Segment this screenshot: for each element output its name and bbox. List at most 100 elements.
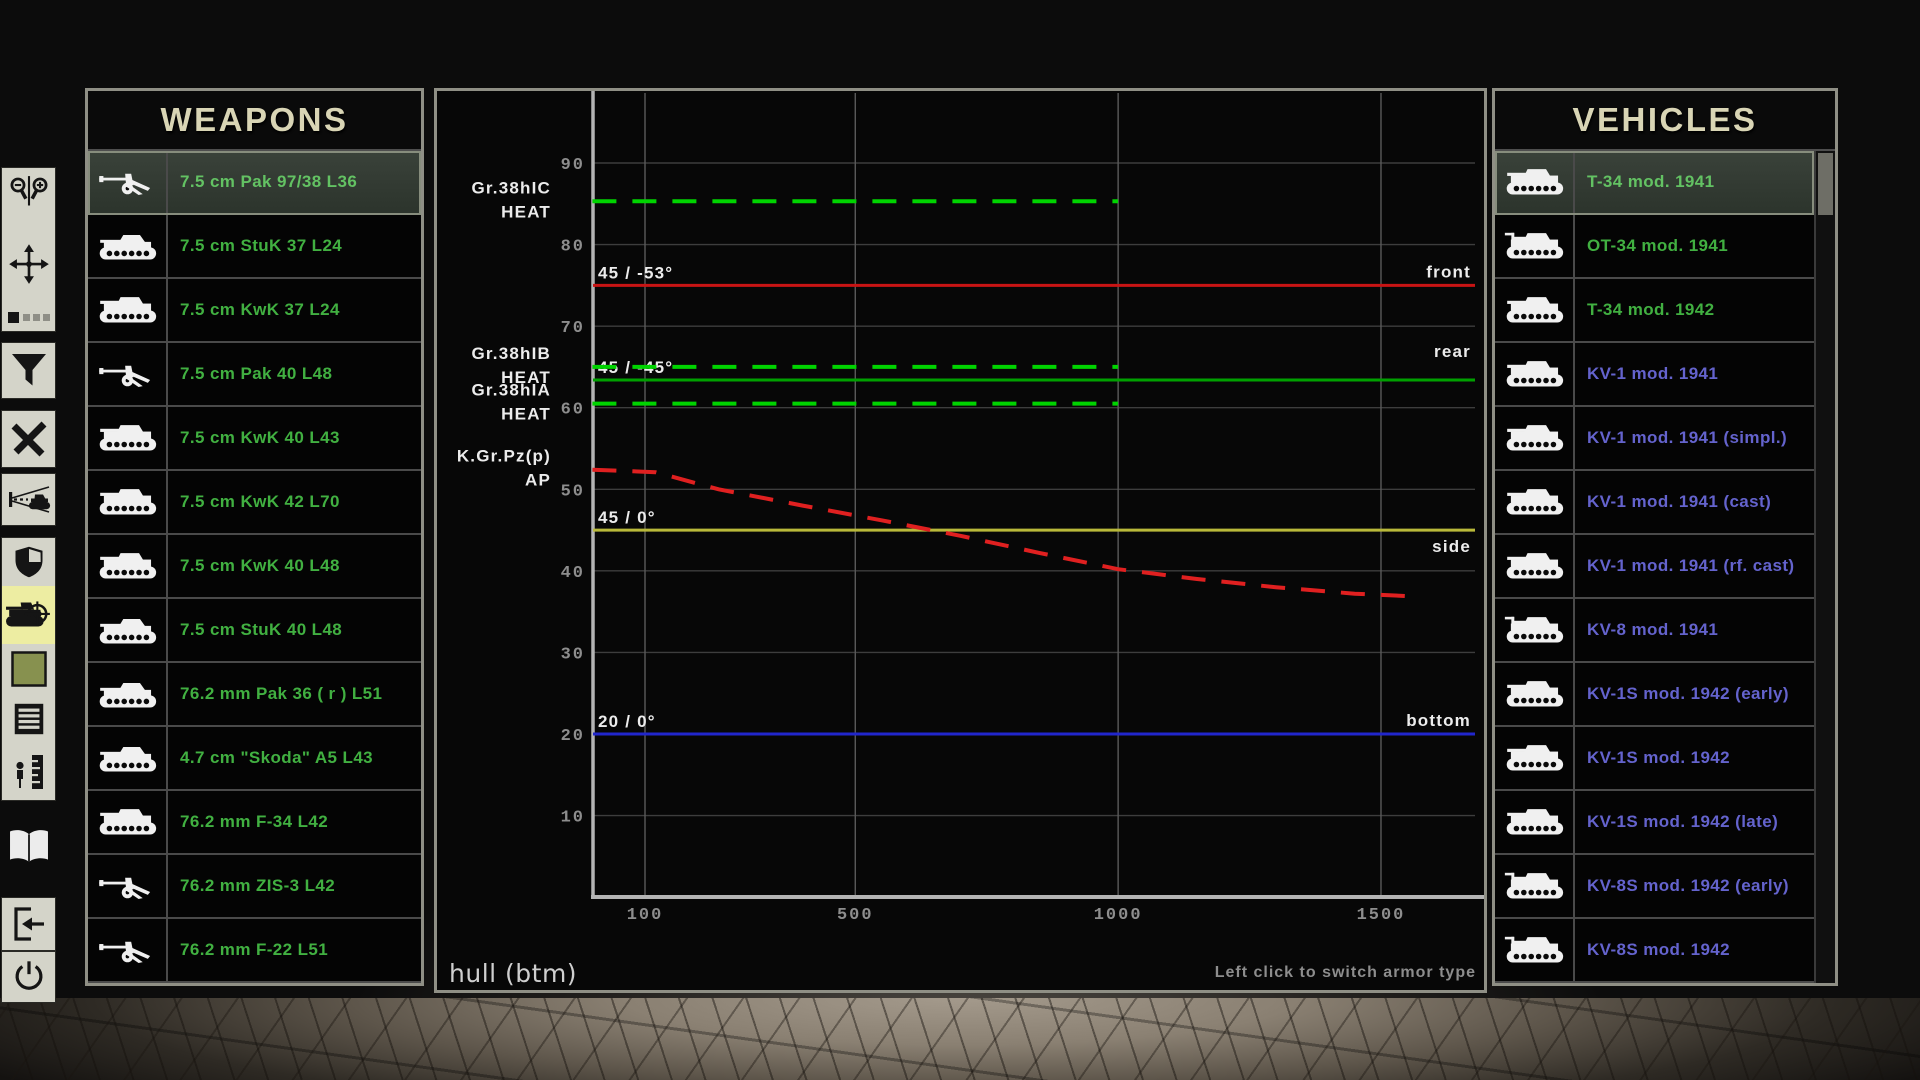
- toolbar-group-view: [2, 168, 55, 331]
- armor-penetration-button[interactable]: [2, 586, 55, 644]
- vehicle-row[interactable]: KV-1 mod. 1941 (simpl.): [1495, 407, 1814, 471]
- vehicle-row[interactable]: KV-1S mod. 1942: [1495, 727, 1814, 791]
- filter-button[interactable]: [2, 343, 55, 398]
- ammo-name-label: Gr.38hIA: [471, 381, 551, 400]
- vehicles-scrollbar-thumb[interactable]: [1818, 153, 1833, 215]
- item-label: OT-34 mod. 1941: [1575, 215, 1814, 277]
- encyclopedia-button[interactable]: [2, 818, 55, 876]
- item-label: KV-8S mod. 1942: [1575, 919, 1814, 981]
- ammo-type-label: HEAT: [501, 405, 551, 424]
- vehicle-row[interactable]: KV-1 mod. 1941 (cast): [1495, 471, 1814, 535]
- vehicles-panel: VEHICLES T-34 mod. 1941OT-34 mod. 1941T-…: [1492, 88, 1838, 986]
- camouflage-button[interactable]: [2, 644, 55, 694]
- funnel-icon: [9, 351, 49, 391]
- toolbar: [2, 0, 55, 1080]
- weapon-row[interactable]: 7.5 cm KwK 42 L70: [88, 471, 421, 535]
- open-book-icon: [6, 824, 52, 870]
- weapon-row[interactable]: 7.5 cm KwK 40 L43: [88, 407, 421, 471]
- weapon-row[interactable]: 76.2 mm ZIS-3 L42: [88, 855, 421, 919]
- vehicle-row[interactable]: KV-1S mod. 1942 (early): [1495, 663, 1814, 727]
- toolbar-group-modes: [2, 538, 55, 800]
- assault-gun-icon: [88, 663, 168, 725]
- item-label: KV-1S mod. 1942 (late): [1575, 791, 1814, 853]
- ammo-type-label: HEAT: [501, 202, 551, 221]
- flame-tank-icon: [1495, 215, 1575, 277]
- armor-side-label: rear: [1434, 342, 1471, 361]
- weapon-row[interactable]: 7.5 cm Pak 40 L48: [88, 343, 421, 407]
- assault-gun-icon: [88, 727, 168, 789]
- x-tick-label: 100: [627, 906, 664, 925]
- armor-value-label: 45 / 0°: [598, 508, 656, 527]
- armor-side-label: front: [1426, 262, 1471, 281]
- pan-tool-button[interactable]: [2, 241, 55, 285]
- ammo-type-label: AP: [525, 471, 551, 490]
- armor-value-label: 45 / -53°: [598, 263, 673, 282]
- power-icon: [10, 958, 48, 996]
- weapon-row[interactable]: 4.7 cm "Skoda" A5 L43: [88, 727, 421, 791]
- detail-level-button[interactable]: [2, 310, 55, 325]
- ammo-name-label: K.Gr.Pz(p): [457, 447, 551, 466]
- weapon-row[interactable]: 76.2 mm F-34 L42: [88, 791, 421, 855]
- tank-icon: [1495, 727, 1575, 789]
- tank-icon: [1495, 791, 1575, 853]
- clear-button[interactable]: [2, 411, 55, 467]
- list-icon: [10, 699, 48, 739]
- vehicle-row[interactable]: T-34 mod. 1941: [1495, 151, 1814, 215]
- shield-icon: [11, 543, 47, 581]
- tank-icon: [1495, 663, 1575, 725]
- flame-tank-icon: [1495, 599, 1575, 661]
- vehicle-row[interactable]: KV-1 mod. 1941: [1495, 343, 1814, 407]
- vehicle-row[interactable]: T-34 mod. 1942: [1495, 279, 1814, 343]
- weapon-row[interactable]: 76.2 mm Pak 36 ( r ) L51: [88, 663, 421, 727]
- at-gun-icon: [88, 855, 168, 917]
- vehicle-row[interactable]: OT-34 mod. 1941: [1495, 215, 1814, 279]
- weapons-panel: WEAPONS 7.5 cm Pak 97/38 L367.5 cm StuK …: [85, 88, 424, 986]
- weapon-row[interactable]: 7.5 cm KwK 37 L24: [88, 279, 421, 343]
- item-label: T-34 mod. 1941: [1575, 151, 1814, 213]
- vehicle-row[interactable]: KV-1 mod. 1941 (rf. cast): [1495, 535, 1814, 599]
- vehicle-row[interactable]: KV-8S mod. 1942: [1495, 919, 1814, 983]
- weapon-row[interactable]: 7.5 cm KwK 40 L48: [88, 535, 421, 599]
- tank-icon: [88, 791, 168, 853]
- exit-button[interactable]: [2, 898, 55, 950]
- person-ruler-icon: [9, 751, 49, 793]
- chart-hint: Left click to switch armor type: [1215, 964, 1476, 982]
- vehicle-row[interactable]: KV-8 mod. 1941: [1495, 599, 1814, 663]
- specifications-button[interactable]: [2, 694, 55, 744]
- penetration-chart[interactable]: 1020304050607080901005001000150045 / -53…: [437, 91, 1484, 990]
- tank-icon: [88, 471, 168, 533]
- zoom-tool-button[interactable]: [2, 174, 55, 216]
- power-button[interactable]: [2, 952, 55, 1002]
- item-label: 7.5 cm StuK 37 L24: [168, 215, 421, 277]
- at-gun-icon: [88, 343, 168, 405]
- vehicles-scrollbar[interactable]: [1814, 151, 1835, 983]
- armor-calculator-screen: WEAPONS 7.5 cm Pak 97/38 L367.5 cm StuK …: [0, 0, 1920, 1080]
- item-label: KV-1 mod. 1941 (cast): [1575, 471, 1814, 533]
- x-tick-label: 500: [837, 906, 874, 925]
- size-comparison-button[interactable]: [2, 744, 55, 800]
- weapon-row[interactable]: 7.5 cm StuK 37 L24: [88, 215, 421, 279]
- weapon-row[interactable]: 7.5 cm StuK 40 L48: [88, 599, 421, 663]
- tank-icon: [1495, 407, 1575, 469]
- armor-side-label: bottom: [1406, 711, 1471, 730]
- at-gun-icon: [88, 919, 168, 981]
- item-label: KV-1S mod. 1942: [1575, 727, 1814, 789]
- item-label: 7.5 cm KwK 42 L70: [168, 471, 421, 533]
- weapon-row[interactable]: 7.5 cm Pak 97/38 L36: [88, 151, 421, 215]
- x-icon: [9, 419, 49, 459]
- vehicle-row[interactable]: KV-1S mod. 1942 (late): [1495, 791, 1814, 855]
- weapons-title: WEAPONS: [88, 91, 421, 151]
- assault-gun-icon: [88, 215, 168, 277]
- armor-protection-button[interactable]: [2, 538, 55, 586]
- weapon-row[interactable]: 76.2 mm F-22 L51: [88, 919, 421, 983]
- item-label: T-34 mod. 1942: [1575, 279, 1814, 341]
- item-label: 76.2 mm F-34 L42: [168, 791, 421, 853]
- y-tick-label: 80: [561, 238, 585, 257]
- tank-icon: [1495, 471, 1575, 533]
- vehicle-row[interactable]: KV-8S mod. 1942 (early): [1495, 855, 1814, 919]
- item-label: 76.2 mm F-22 L51: [168, 919, 421, 981]
- item-label: KV-1 mod. 1941: [1575, 343, 1814, 405]
- item-label: KV-1S mod. 1942 (early): [1575, 663, 1814, 725]
- range-view-button[interactable]: [2, 474, 55, 525]
- y-tick-label: 90: [561, 156, 585, 175]
